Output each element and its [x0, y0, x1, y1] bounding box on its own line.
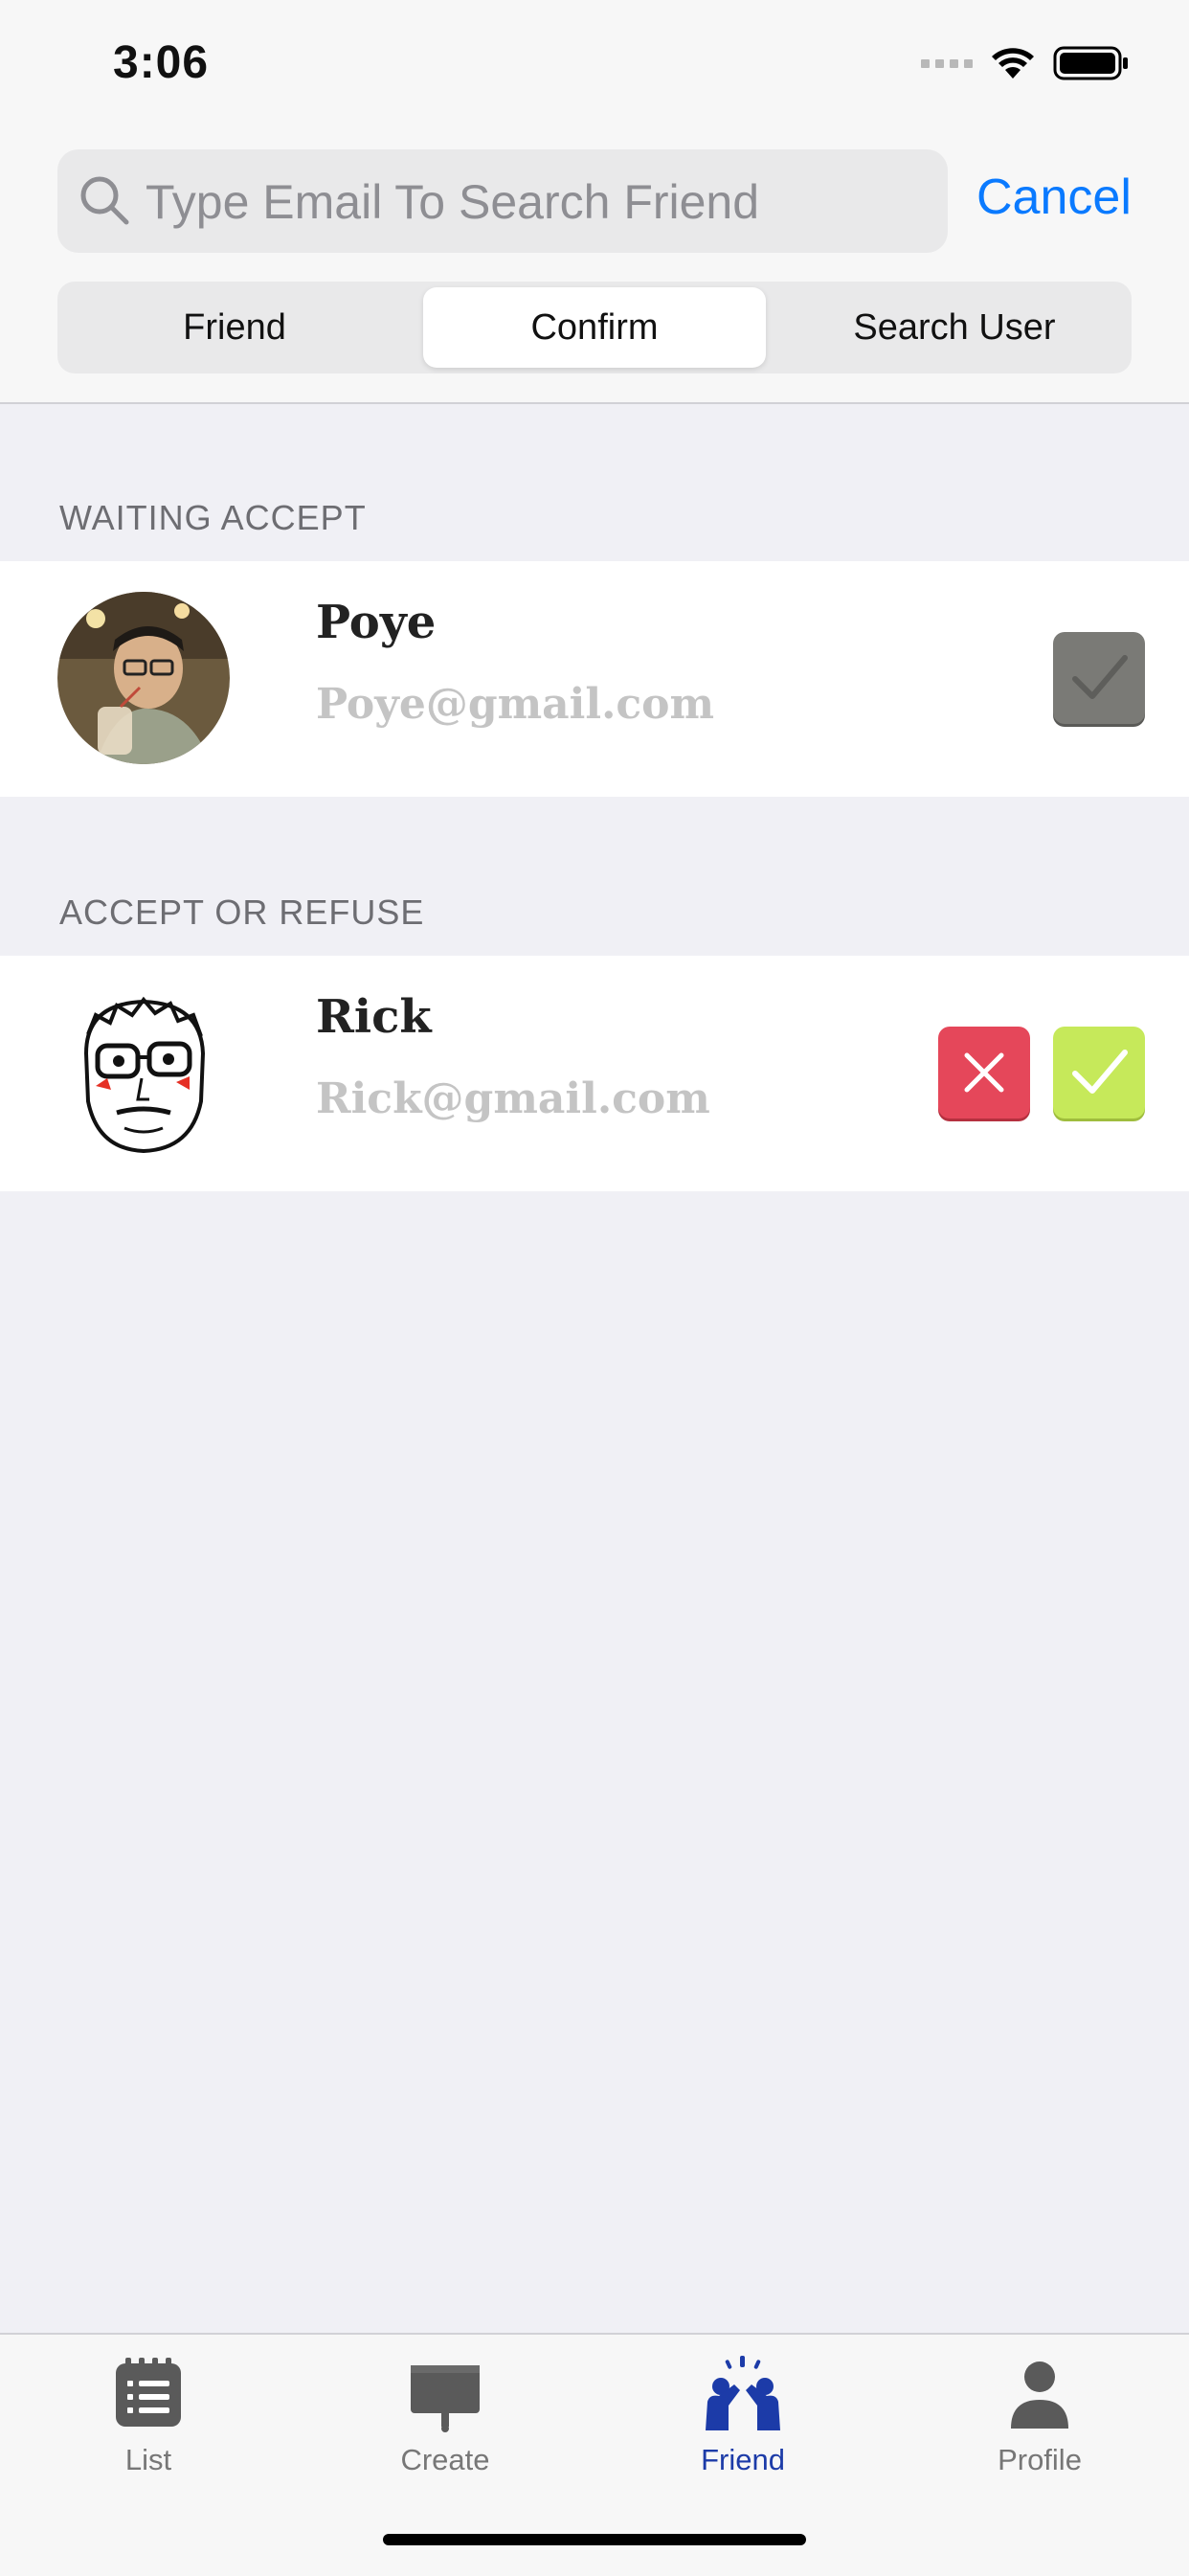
refuse-button[interactable] [938, 1027, 1030, 1119]
tab-friend[interactable]: Friend [647, 2356, 839, 2477]
home-indicator [383, 2534, 806, 2545]
section-title-waiting: WAITING ACCEPT [59, 498, 367, 537]
friend-email: Poye@gmail.com [316, 680, 715, 729]
check-icon [1072, 655, 1128, 699]
segmented-control: Friend Confirm Search User [57, 282, 1132, 373]
status-time: 3:06 [113, 37, 210, 88]
tab-list-label: List [124, 2443, 172, 2476]
avatar [57, 592, 230, 764]
segment-search-user[interactable]: Search User [783, 287, 1126, 368]
search-input[interactable]: Type Email To Search Friend [57, 149, 948, 253]
tab-list[interactable]: List [53, 2356, 244, 2477]
list-item-waiting[interactable]: Poye Poye@gmail.com [0, 561, 1189, 797]
friend-name: Poye [316, 596, 437, 649]
search-icon [80, 176, 129, 225]
top-header: 3:06 Type Email To Search Friend Cancel … [0, 0, 1189, 404]
battery-icon [1053, 46, 1128, 80]
friends-icon [706, 2356, 780, 2430]
x-icon [964, 1052, 1004, 1093]
segment-friend[interactable]: Friend [63, 287, 406, 368]
section-title-accept-refuse: ACCEPT OR REFUSE [59, 893, 425, 932]
segment-confirm[interactable]: Confirm [423, 287, 766, 368]
tab-create-label: Create [400, 2443, 490, 2476]
cancel-button[interactable]: Cancel [976, 169, 1132, 226]
tab-friend-label: Friend [701, 2443, 785, 2476]
list-icon [116, 2358, 181, 2427]
search-placeholder: Type Email To Search Friend [146, 175, 760, 229]
friend-name: Rick [316, 990, 432, 1044]
wifi-icon [992, 48, 1034, 79]
tab-create[interactable]: Create [349, 2356, 541, 2477]
board-icon [411, 2365, 480, 2432]
pending-check-button [1053, 632, 1145, 724]
accept-button[interactable] [1053, 1027, 1145, 1119]
signal-icon [921, 58, 973, 68]
friend-email: Rick@gmail.com [316, 1074, 710, 1123]
avatar [57, 986, 230, 1159]
check-icon [1072, 1050, 1128, 1094]
list-item-request[interactable]: Rick Rick@gmail.com [0, 956, 1189, 1191]
tab-profile-label: Profile [998, 2443, 1082, 2476]
status-icons [921, 44, 1130, 82]
tab-profile[interactable]: Profile [944, 2356, 1135, 2477]
person-icon [1011, 2361, 1068, 2429]
